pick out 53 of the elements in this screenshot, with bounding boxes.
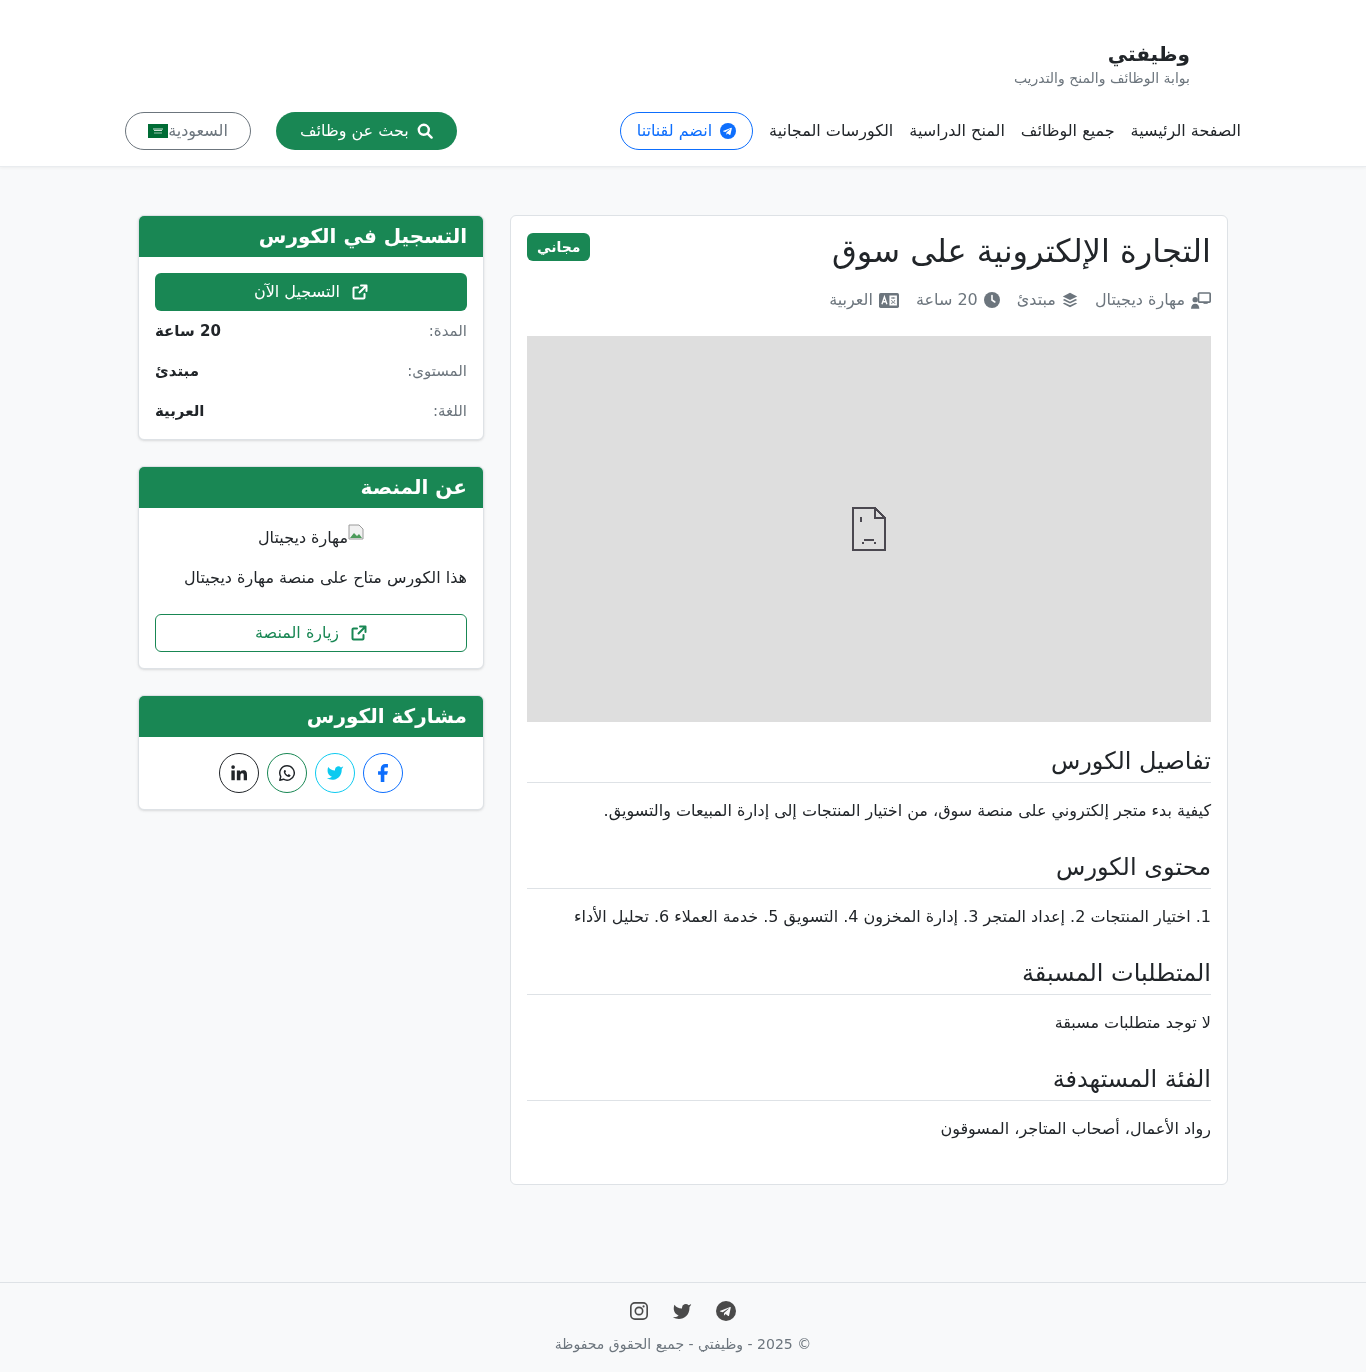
section-text: رواد الأعمال، أصحاب المتاجر، المسوقون: [939, 1117, 1211, 1141]
linkedin-icon: [231, 765, 247, 781]
meta-text: العربية: [829, 289, 873, 311]
external-link-icon: [352, 284, 369, 300]
section-heading: تفاصيل الكورس: [527, 747, 1211, 783]
section-text: كيفية بدء متجر إلكتروني على منصة سوق، من اختيار المنتجات إلى إدارة المبيعات والتسويق.: [602, 800, 1211, 823]
section-heading: الفئة المستهدفة: [527, 1065, 1211, 1101]
broken-image-icon: [852, 507, 886, 551]
nav-link[interactable]: الكورسات المجانية: [769, 119, 894, 143]
fact-value: 20 ساعة: [155, 321, 221, 342]
section-heading: المتطلبات المسبقة: [527, 959, 1211, 995]
fact-label: المستوى:: [407, 361, 467, 382]
card-title: عن المنصة: [359, 475, 467, 500]
broken-image-icon: [348, 524, 365, 540]
external-link-icon: [351, 625, 368, 641]
search-icon: [416, 123, 433, 139]
fact-value: مبتدئ: [155, 361, 199, 382]
section-heading: محتوى الكورس: [527, 853, 1211, 889]
enroll-button[interactable]: التسجيل الآن: [155, 273, 467, 311]
bird-icon: [326, 765, 344, 781]
telegram-icon: [720, 123, 737, 139]
section-text: لا توجد متطلبات مسبقة: [1053, 1012, 1211, 1034]
telegram-icon[interactable]: [716, 1301, 736, 1321]
card-icon: [878, 292, 899, 308]
flag-icon: [148, 124, 169, 138]
course-title: التجارة الإلكترونية على سوق: [832, 232, 1211, 270]
meta-text: مبتدئ: [1016, 289, 1056, 311]
nav-link[interactable]: المنح الدراسية: [909, 119, 1005, 143]
platform-text: هذا الكورس متاح على منصة مهارة ديجيتال: [182, 567, 467, 590]
card-title: مشاركة الكورس: [305, 704, 467, 729]
site-tagline: بوابة الوظائف والمنح والتدريب: [1013, 69, 1190, 88]
platform-name: مهارة ديجيتال: [257, 527, 349, 550]
bird-icon[interactable]: [672, 1302, 692, 1320]
free-badge: مجاني: [527, 233, 591, 261]
clock-icon: [983, 292, 1000, 308]
site-title[interactable]: وظيفتي: [1107, 40, 1190, 68]
meta-text: 20 ساعة: [915, 289, 978, 311]
visit-platform-button[interactable]: زيارة المنصة: [155, 614, 467, 652]
instagram-icon[interactable]: [630, 1302, 648, 1320]
fact-label: اللغة:: [432, 401, 467, 422]
job-search-button[interactable]: بحث عن وظائف: [276, 112, 457, 150]
phone-bubble-icon: [279, 765, 295, 781]
person-board-icon: [1191, 291, 1211, 309]
layers-icon: [1061, 292, 1078, 308]
section-text: 1. اختيار المنتجات 2. إعداد المتجر 3. إدارة المخزون 4. التسويق 5. خدمة العملاء 6. تحليل الأداء: [573, 905, 1211, 929]
copyright-text: © 2025 - وظيفتي - جميع الحقوق محفوظة: [554, 1335, 812, 1354]
card-title: التسجيل في الكورس: [257, 224, 467, 249]
nav-link[interactable]: الصفحة الرئيسية: [1130, 119, 1241, 143]
fact-label: المدة:: [428, 321, 467, 342]
nav-link[interactable]: جميع الوظائف: [1020, 119, 1115, 143]
fact-value: العربية: [155, 401, 205, 422]
facebook-icon: [375, 764, 391, 782]
meta-text: مهارة ديجيتال: [1094, 289, 1185, 312]
